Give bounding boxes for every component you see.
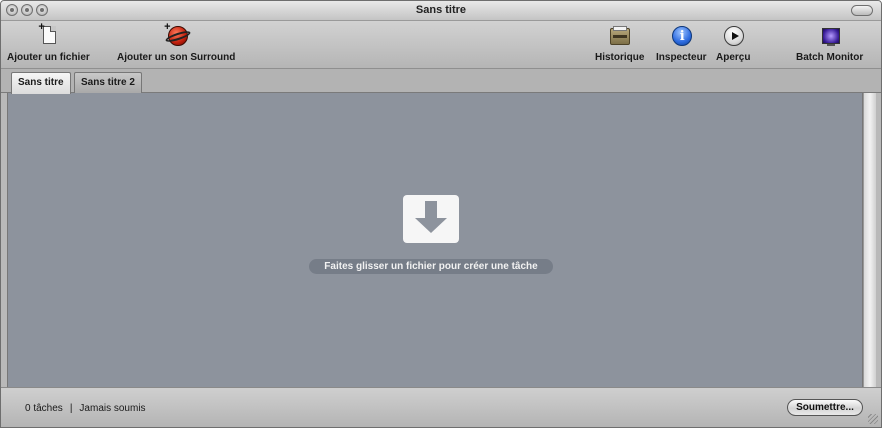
app-window: Sans titre + Ajouter un fichier + Ajoute…: [0, 0, 882, 428]
inspector-label: Inspecteur: [656, 52, 707, 63]
tab-sans-titre[interactable]: Sans titre: [11, 72, 71, 94]
drop-hint: Faites glisser un fichier pour créer une…: [309, 259, 553, 274]
play-icon: [720, 24, 746, 48]
status-bar: 0 tâches | Jamais soumis Soumettre...: [1, 387, 881, 427]
batch-monitor-button[interactable]: Batch Monitor: [796, 24, 863, 63]
add-file-button[interactable]: + Ajouter un fichier: [7, 21, 90, 63]
inspector-button[interactable]: i Inspecteur: [656, 24, 707, 63]
submit-button[interactable]: Soumettre...: [787, 399, 863, 416]
add-surround-label: Ajouter un son Surround: [117, 52, 236, 63]
task-count: 0 tâches: [25, 403, 63, 414]
toolbar: + Ajouter un fichier + Ajouter un son Su…: [1, 21, 881, 69]
toolbar-toggle-button[interactable]: [851, 5, 873, 16]
window-title: Sans titre: [415, 4, 467, 16]
vertical-scrollbar[interactable]: [863, 93, 876, 387]
status-separator: |: [69, 403, 73, 414]
monitor-icon: [817, 24, 843, 48]
info-icon: i: [668, 24, 694, 48]
add-surround-button[interactable]: + Ajouter un son Surround: [117, 21, 236, 63]
tab-bar: Sans titre Sans titre 2: [1, 69, 881, 94]
preview-label: Aperçu: [716, 52, 751, 63]
status-text: 0 tâches | Jamais soumis: [25, 403, 146, 414]
title-bar: Sans titre: [1, 1, 881, 21]
history-button[interactable]: Historique: [595, 24, 644, 63]
resize-grip-icon[interactable]: [868, 414, 878, 424]
history-label: Historique: [595, 52, 645, 63]
preview-button[interactable]: Aperçu: [716, 24, 750, 63]
tab-sans-titre-2[interactable]: Sans titre 2: [74, 72, 142, 93]
download-arrow-icon: [403, 195, 459, 243]
drop-zone[interactable]: Faites glisser un fichier pour créer une…: [7, 93, 863, 387]
submission-status: Jamais soumis: [79, 403, 146, 414]
add-file-label: Ajouter un fichier: [7, 52, 90, 63]
surround-sound-icon: +: [163, 21, 192, 48]
batch-monitor-label: Batch Monitor: [796, 52, 864, 63]
add-file-icon: +: [35, 21, 61, 48]
history-drawer-icon: [607, 24, 633, 48]
